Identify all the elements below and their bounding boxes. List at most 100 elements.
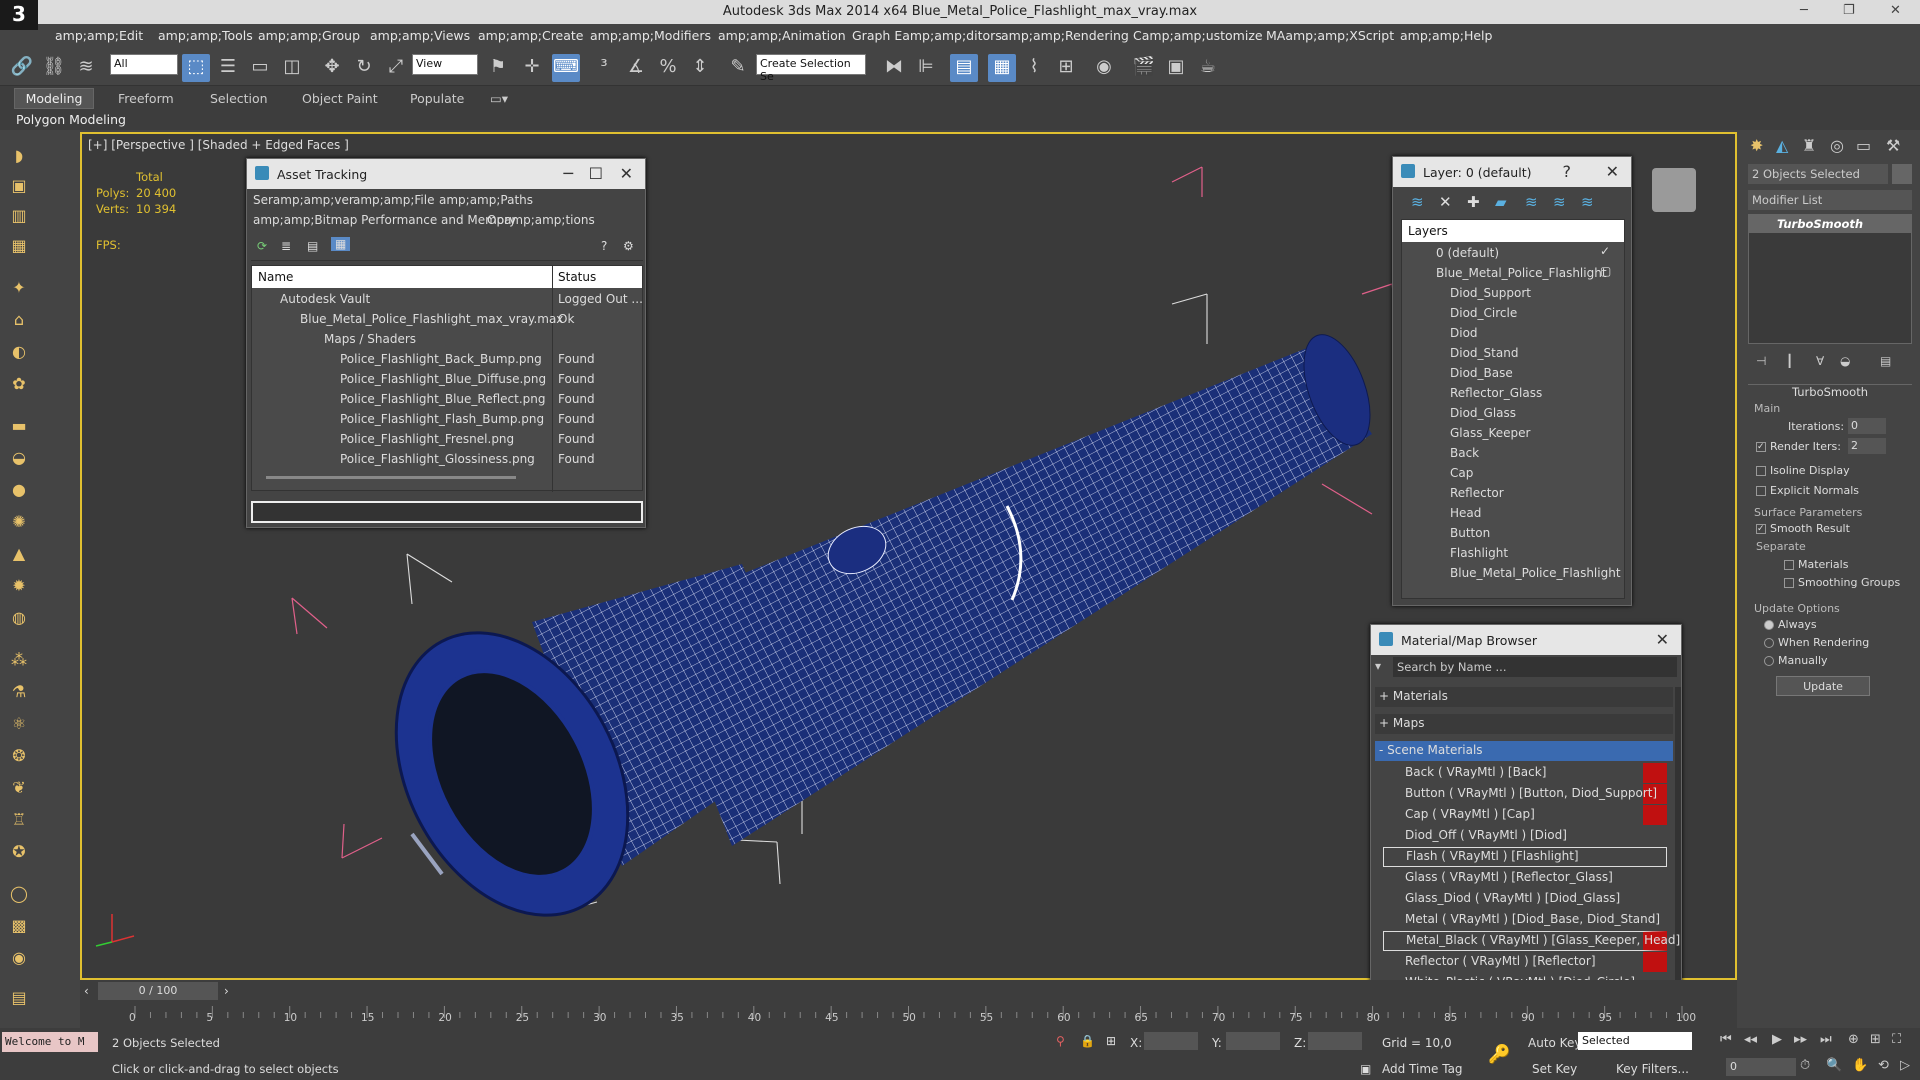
layer-item[interactable]: Diod_Glass bbox=[1450, 406, 1516, 426]
tool-icon-9[interactable]: ▬ bbox=[7, 414, 31, 438]
next-frame-icon[interactable]: › bbox=[224, 984, 229, 998]
material-item[interactable]: Button ( VRayMtl ) [Button, Diod_Support… bbox=[1383, 784, 1667, 804]
asset-row-name[interactable]: Police_Flashlight_Fresnel.png bbox=[340, 432, 514, 452]
show-end-result-icon[interactable]: ┃ bbox=[1786, 354, 1793, 368]
layer-titlebar[interactable]: Layer: 0 (default) ? ✕ bbox=[1393, 157, 1631, 187]
material-editor-icon[interactable]: ◉ bbox=[1090, 54, 1118, 82]
maximize-icon[interactable]: ☐ bbox=[589, 164, 603, 183]
tool-icon-17[interactable]: ⚗ bbox=[7, 680, 31, 704]
isolate-icon[interactable]: ⚲ bbox=[1056, 1034, 1065, 1048]
select-manipulate-icon[interactable]: ✛ bbox=[518, 54, 546, 82]
browser-options-icon[interactable]: ▾ bbox=[1375, 659, 1381, 673]
asset-row-name[interactable]: Police_Flashlight_Back_Bump.png bbox=[340, 352, 542, 372]
tool-icon-7[interactable]: ◐ bbox=[7, 340, 31, 364]
material-item[interactable]: Glass ( VRayMtl ) [Reflector_Glass] bbox=[1383, 868, 1667, 888]
highlight-layer-icon[interactable]: ≋ bbox=[1525, 193, 1538, 211]
menu-edit[interactable]: amp;amp;Edit bbox=[55, 28, 143, 43]
snaps-toggle-icon[interactable]: ³ bbox=[590, 54, 618, 82]
layer-item[interactable]: Diod_Base bbox=[1450, 366, 1513, 386]
asset-path-field[interactable] bbox=[251, 501, 643, 523]
refresh-icon[interactable]: ⟳ bbox=[257, 239, 267, 253]
layer-item[interactable]: Blue_Metal_Police_Flashlight bbox=[1450, 566, 1621, 586]
col-status[interactable]: Status bbox=[558, 270, 596, 284]
window-crossing-icon[interactable]: ◫ bbox=[278, 54, 306, 82]
material-item[interactable]: Back ( VRayMtl ) [Back] bbox=[1383, 763, 1667, 783]
select-layer-icon[interactable]: ▰ bbox=[1495, 193, 1507, 211]
set-key-button[interactable]: Set Key bbox=[1532, 1062, 1577, 1076]
tool-icon-21[interactable]: ♖ bbox=[7, 808, 31, 832]
viewcube-icon[interactable] bbox=[1652, 168, 1696, 212]
object-name-field[interactable]: 2 Objects Selected bbox=[1748, 164, 1888, 184]
always-radio[interactable] bbox=[1764, 620, 1774, 630]
layer-item[interactable]: Diod_Stand bbox=[1450, 346, 1518, 366]
delete-layer-icon[interactable]: ✕ bbox=[1439, 193, 1452, 211]
configure-sets-icon[interactable]: ▤ bbox=[1880, 354, 1891, 368]
tool-icon-2[interactable]: ▣ bbox=[7, 174, 31, 198]
tool-icon-13[interactable]: ▲ bbox=[7, 542, 31, 566]
goto-end-icon[interactable]: ⏭ bbox=[1820, 1032, 1832, 1047]
pivot-icon[interactable]: ⚑ bbox=[484, 54, 512, 82]
asset-row-name[interactable]: Maps / Shaders bbox=[324, 332, 416, 352]
zoom-extents-icon[interactable]: ⊕ bbox=[1848, 1032, 1859, 1047]
maximize-viewport-icon[interactable]: ⛶ bbox=[1892, 1032, 1901, 1047]
asset-row-name[interactable]: Police_Flashlight_Blue_Reflect.png bbox=[340, 392, 545, 412]
scale-icon[interactable]: ⤢ bbox=[382, 54, 410, 82]
bind-spacewarp-icon[interactable]: ≋ bbox=[72, 54, 100, 82]
menu-graph-editors[interactable]: Graph Eamp;amp;ditors bbox=[852, 28, 1002, 43]
minimize-icon[interactable]: ─ bbox=[563, 164, 573, 183]
zoom-all-icon[interactable]: ⊞ bbox=[1870, 1032, 1881, 1047]
tool-icon-26[interactable]: ▤ bbox=[7, 986, 31, 1010]
tool-icon-8[interactable]: ✿ bbox=[7, 372, 31, 396]
update-button[interactable]: Update bbox=[1776, 676, 1870, 696]
edit-named-sets-icon[interactable]: ✎ bbox=[724, 54, 752, 82]
iterations-spinner[interactable]: 0 bbox=[1848, 418, 1886, 434]
tab-freeform[interactable]: Freeform bbox=[118, 91, 174, 106]
spinner-snap-icon[interactable]: ⇕ bbox=[686, 54, 714, 82]
asset-menu-bitmap[interactable]: amp;amp;Bitmap Performance and Memory bbox=[253, 213, 516, 233]
fov-icon[interactable]: ▷ bbox=[1900, 1058, 1910, 1073]
reference-coord[interactable]: View bbox=[412, 54, 478, 75]
curve-editor-icon[interactable]: ⌇ bbox=[1020, 54, 1048, 82]
maxscript-listener[interactable]: Welcome to M bbox=[2, 1032, 98, 1052]
rotate-icon[interactable]: ↻ bbox=[350, 54, 378, 82]
menu-maxscript[interactable]: MAamp;amp;XScript bbox=[1266, 28, 1394, 43]
current-frame-field[interactable]: 0 bbox=[1726, 1058, 1796, 1076]
menu-views[interactable]: amp;amp;Views bbox=[370, 28, 470, 43]
object-color-swatch[interactable] bbox=[1892, 164, 1912, 184]
prev-frame-icon[interactable]: ‹ bbox=[84, 984, 89, 998]
help-icon[interactable]: ? bbox=[601, 239, 607, 253]
tool-icon-14[interactable]: ✹ bbox=[7, 574, 31, 598]
named-selection-sets[interactable]: Create Selection Se bbox=[756, 54, 866, 83]
render-iters-checkbox[interactable]: ✓ bbox=[1756, 442, 1766, 452]
tool-icon-24[interactable]: ▩ bbox=[7, 914, 31, 938]
layer-item[interactable]: Flashlight bbox=[1450, 546, 1508, 566]
asset-row-name[interactable]: Police_Flashlight_Flash_Bump.png bbox=[340, 412, 544, 432]
tool-icon-18[interactable]: ⚛ bbox=[7, 712, 31, 736]
material-item[interactable]: Metal_Black ( VRayMtl ) [Glass_Keeper, H… bbox=[1383, 931, 1680, 951]
polygon-modeling-label[interactable]: Polygon Modeling bbox=[16, 112, 126, 127]
tool-icon-1[interactable]: ◗ bbox=[7, 144, 31, 168]
layer-item[interactable]: Diod_Support bbox=[1450, 286, 1531, 306]
display-tab-icon[interactable]: ▭ bbox=[1856, 136, 1871, 155]
angle-snap-icon[interactable]: ∡ bbox=[622, 54, 650, 82]
col-name[interactable]: Name bbox=[258, 270, 293, 284]
tool-icon-15[interactable]: ◍ bbox=[7, 606, 31, 630]
check-icon[interactable]: ✓ bbox=[1600, 244, 1610, 258]
asset-menu-options[interactable]: Opamp;amp;tions bbox=[487, 213, 595, 233]
turbosmooth-modifier[interactable]: TurboSmooth bbox=[1749, 215, 1911, 233]
layer-checkbox[interactable]: ▢ bbox=[1600, 264, 1611, 278]
hierarchy-tab-icon[interactable]: ♜ bbox=[1802, 136, 1816, 155]
time-config-icon[interactable]: ⏱ bbox=[1800, 1058, 1810, 1073]
ribbon-options-icon[interactable]: ▭▾ bbox=[490, 91, 508, 106]
layer-item[interactable]: Head bbox=[1450, 506, 1481, 526]
asset-row-name[interactable]: Police_Flashlight_Glossiness.png bbox=[340, 452, 535, 472]
remove-modifier-icon[interactable]: ◒ bbox=[1840, 354, 1850, 368]
layer-item[interactable]: 0 (default) bbox=[1436, 246, 1499, 266]
tab-modeling[interactable]: Modeling bbox=[14, 88, 94, 109]
goto-start-icon[interactable]: ⏮ bbox=[1720, 1032, 1732, 1047]
mat-browser-titlebar[interactable]: Material/Map Browser ✕ bbox=[1371, 625, 1681, 655]
layer-item[interactable]: Diod bbox=[1450, 326, 1478, 346]
horizontal-scrollbar[interactable] bbox=[266, 476, 516, 479]
materials-section[interactable]: + Materials bbox=[1375, 687, 1673, 707]
graphite-ribbon-icon[interactable]: ▦ bbox=[988, 54, 1016, 82]
